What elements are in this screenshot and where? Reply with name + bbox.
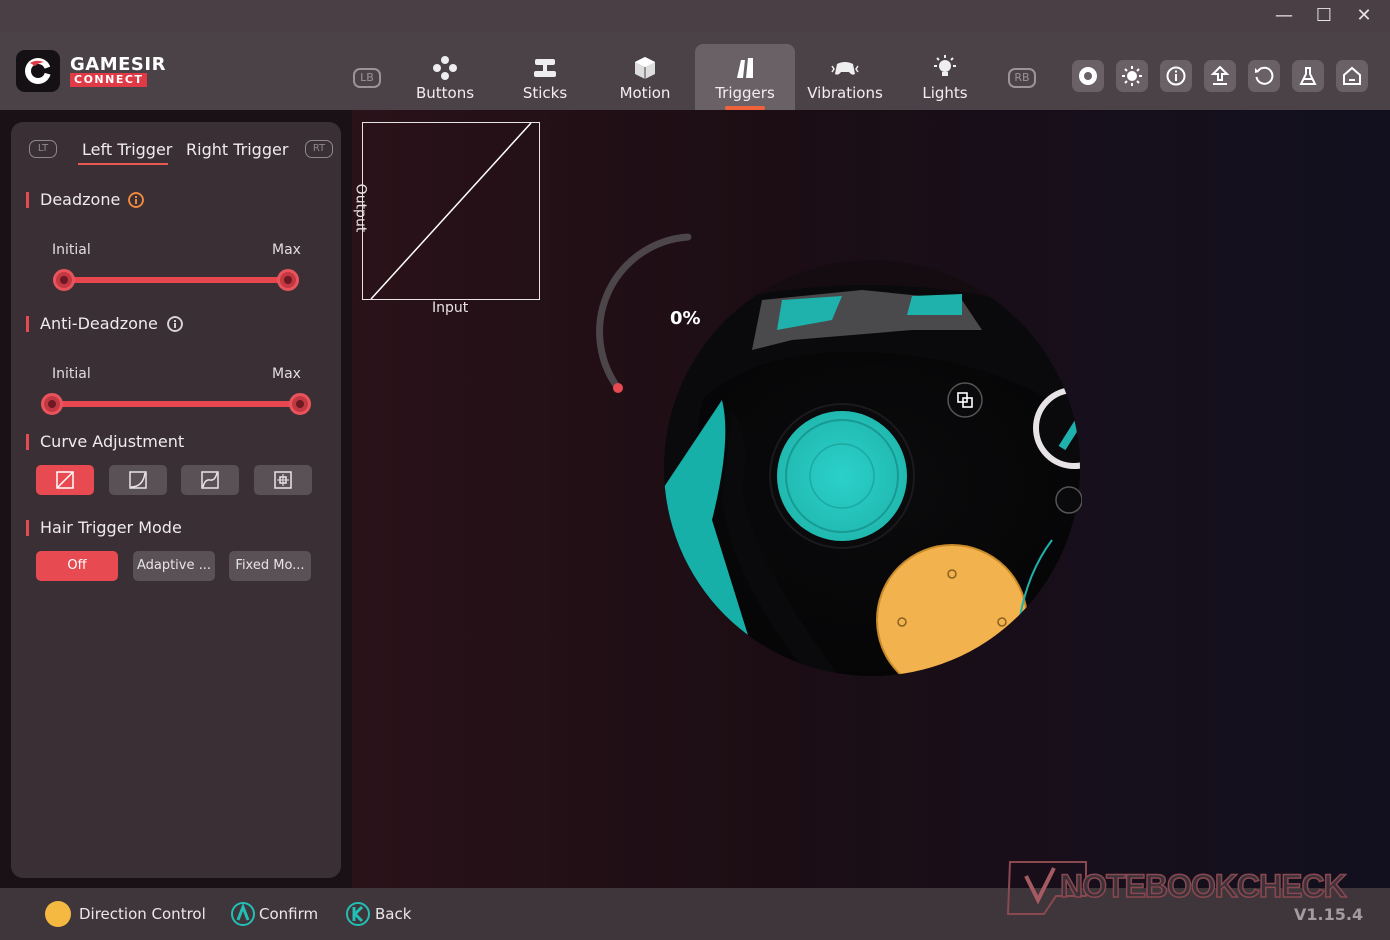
b-button-icon bbox=[346, 902, 370, 926]
linear-curve-button[interactable] bbox=[36, 465, 94, 495]
anti-deadzone-title: Anti-Deadzone bbox=[40, 314, 158, 333]
controller-trigger-illustration bbox=[664, 260, 1082, 676]
hint-label: Direction Control bbox=[79, 905, 206, 923]
step-curve-button[interactable] bbox=[181, 465, 239, 495]
tab-vibrations[interactable]: Vibrations bbox=[795, 44, 895, 110]
section-marker bbox=[26, 192, 29, 208]
anti-deadzone-initial-handle[interactable] bbox=[41, 393, 63, 415]
graph-input-label: Input bbox=[432, 300, 469, 316]
rb-bumper-badge[interactable]: RB bbox=[1008, 68, 1036, 88]
step-curve-icon bbox=[201, 471, 219, 489]
brand-sub: CONNECT bbox=[70, 73, 148, 87]
tab-lights[interactable]: Lights bbox=[895, 44, 995, 110]
info-icon bbox=[1166, 66, 1186, 86]
section-marker bbox=[26, 434, 29, 450]
linear-curve-icon bbox=[56, 471, 74, 489]
brightness-icon bbox=[1122, 66, 1142, 86]
lb-bumper-badge[interactable]: LB bbox=[353, 68, 381, 88]
hint-label: Back bbox=[375, 905, 412, 923]
maximize-button[interactable]: ☐ bbox=[1306, 4, 1342, 28]
hair-trigger-title: Hair Trigger Mode bbox=[40, 518, 182, 537]
anti-deadzone-max-label: Max bbox=[272, 366, 301, 382]
watermark-text: NOTEBOOKCHECK bbox=[1059, 867, 1347, 905]
anti-deadzone-max-handle[interactable] bbox=[289, 393, 311, 415]
tab-buttons[interactable]: Buttons bbox=[395, 44, 495, 110]
a-button-icon bbox=[231, 902, 255, 926]
record-icon bbox=[1079, 67, 1097, 85]
info-button[interactable] bbox=[1160, 60, 1192, 92]
deadzone-info-icon[interactable] bbox=[128, 192, 144, 208]
tab-sticks[interactable]: Sticks bbox=[495, 44, 595, 110]
trigger-preview-area: Output Input 0% bbox=[352, 110, 1390, 888]
controller-vibration-icon bbox=[831, 62, 859, 75]
tab-right-trigger[interactable]: Right Trigger bbox=[186, 140, 288, 159]
brightness-button[interactable] bbox=[1116, 60, 1148, 92]
trigger-icon bbox=[737, 58, 753, 78]
minimize-button[interactable]: — bbox=[1266, 4, 1302, 28]
section-marker bbox=[26, 316, 29, 332]
custom-curve-icon bbox=[274, 471, 292, 489]
active-subtab-indicator bbox=[78, 163, 168, 165]
tab-triggers[interactable]: Triggers bbox=[695, 44, 795, 110]
cube-icon bbox=[635, 57, 655, 79]
curve-adjustment-title: Curve Adjustment bbox=[40, 432, 185, 451]
dpad-circle-icon bbox=[45, 901, 71, 927]
upload-icon bbox=[1210, 66, 1230, 85]
slow-curve-button[interactable] bbox=[109, 465, 167, 495]
trigger-settings-panel: LT RT Left Trigger Right Trigger Deadzon… bbox=[11, 122, 341, 878]
upload-button[interactable] bbox=[1204, 60, 1236, 92]
tab-label: Triggers bbox=[715, 84, 775, 102]
deadzone-max-handle[interactable] bbox=[277, 269, 299, 291]
top-nav: GAMESIR CONNECT LB RB Buttons Sticks Mot… bbox=[0, 32, 1390, 110]
tab-label: Sticks bbox=[522, 84, 568, 102]
anti-deadzone-initial-label: Initial bbox=[52, 366, 91, 382]
tab-label: Vibrations bbox=[807, 84, 883, 102]
home-icon bbox=[1343, 66, 1361, 85]
section-marker bbox=[26, 520, 29, 536]
reset-button[interactable] bbox=[1248, 60, 1280, 92]
tab-label: Buttons bbox=[415, 84, 475, 102]
deadzone-title: Deadzone bbox=[40, 190, 121, 209]
reset-icon bbox=[1255, 66, 1274, 85]
deadzone-initial-handle[interactable] bbox=[53, 269, 75, 291]
home-button[interactable] bbox=[1336, 60, 1368, 92]
record-button[interactable] bbox=[1072, 60, 1104, 92]
deadzone-max-label: Max bbox=[272, 242, 301, 258]
tab-motion[interactable]: Motion bbox=[595, 44, 695, 110]
graph-output-label: Output bbox=[352, 183, 369, 233]
curve-line bbox=[370, 122, 532, 300]
bulb-icon bbox=[934, 55, 956, 76]
tab-left-trigger[interactable]: Left Trigger bbox=[82, 140, 172, 159]
anti-deadzone-slider-track[interactable] bbox=[51, 401, 301, 407]
custom-curve-button[interactable] bbox=[254, 465, 312, 495]
test-button[interactable] bbox=[1292, 60, 1324, 92]
title-bar: — ☐ ✕ bbox=[0, 0, 1390, 32]
app-version: V1.15.4 bbox=[1294, 905, 1364, 924]
flask-icon bbox=[1299, 67, 1317, 85]
brand-name: GAMESIR bbox=[70, 54, 166, 75]
deadzone-initial-label: Initial bbox=[52, 242, 91, 258]
lt-badge[interactable]: LT bbox=[29, 140, 57, 158]
gamepad-buttons-icon bbox=[433, 56, 457, 80]
tab-label: Motion bbox=[619, 84, 671, 102]
hair-trigger-off-button[interactable]: Off bbox=[36, 551, 118, 581]
hint-label: Confirm bbox=[259, 905, 319, 923]
rt-badge[interactable]: RT bbox=[305, 140, 333, 158]
hair-trigger-adaptive-button[interactable]: Adaptive ... bbox=[133, 551, 215, 581]
slow-curve-icon bbox=[129, 471, 147, 489]
deadzone-slider-track[interactable] bbox=[63, 277, 289, 283]
close-button[interactable]: ✕ bbox=[1346, 4, 1382, 28]
tab-label: Lights bbox=[922, 84, 968, 102]
anti-deadzone-info-icon[interactable] bbox=[167, 316, 183, 332]
gamesir-logo-icon bbox=[16, 50, 60, 92]
hair-trigger-fixed-button[interactable]: Fixed Mo... bbox=[229, 551, 311, 581]
joystick-icon bbox=[534, 59, 556, 77]
curve-graph bbox=[362, 122, 540, 300]
